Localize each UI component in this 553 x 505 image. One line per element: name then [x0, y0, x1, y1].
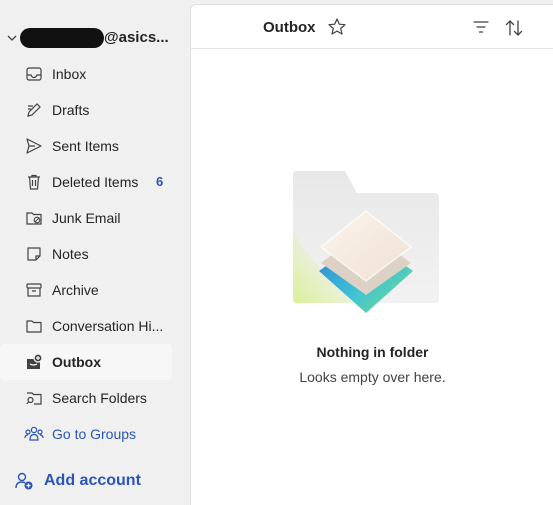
nav-item-drafts[interactable]: Drafts [0, 92, 172, 128]
drafts-icon [24, 100, 44, 120]
empty-state-subtitle: Looks empty over here. [299, 369, 446, 385]
search-folder-icon [24, 388, 44, 408]
empty-state-title: Nothing in folder [316, 344, 429, 360]
nav-label-notes: Notes [52, 246, 89, 262]
page-title: Outbox [263, 19, 316, 36]
nav-label-inbox: Inbox [52, 66, 87, 82]
nav-item-search-folders[interactable]: Search Folders [0, 380, 172, 416]
folder-list: Inbox Drafts Sent Items Deleted Items 6 [0, 56, 180, 452]
message-list-pane: Outbox Nothing in folder Looks empty ove… [190, 4, 553, 505]
nav-item-junk-email[interactable]: Junk Email [0, 200, 172, 236]
star-icon[interactable] [327, 17, 347, 37]
note-icon [24, 244, 44, 264]
nav-label-go-to-groups: Go to Groups [52, 426, 137, 442]
nav-label-conversation-history: Conversation Hi... [52, 318, 164, 334]
account-email[interactable]: @asics... [104, 28, 169, 48]
nav-item-conversation-history[interactable]: Conversation Hi... [0, 308, 172, 344]
add-account-button[interactable]: Add account [14, 468, 141, 494]
unread-count-badge: 6 [156, 174, 164, 189]
archive-icon [24, 280, 44, 300]
redacted-email-block [20, 28, 104, 48]
empty-folder-illustration [293, 171, 439, 313]
nav-label-outbox: Outbox [52, 354, 101, 370]
chevron-down-icon[interactable] [6, 32, 18, 44]
folder-icon [24, 316, 44, 336]
nav-item-go-to-groups[interactable]: Go to Groups [0, 416, 172, 452]
nav-item-inbox[interactable]: Inbox [0, 56, 172, 92]
outbox-icon [24, 352, 44, 372]
message-list-header: Outbox [191, 5, 553, 49]
nav-item-archive[interactable]: Archive [0, 272, 172, 308]
junk-folder-icon [24, 208, 44, 228]
nav-label-junk-email: Junk Email [52, 210, 121, 226]
add-person-icon [15, 472, 33, 490]
nav-item-outbox[interactable]: Outbox [0, 344, 172, 380]
send-icon [24, 136, 44, 156]
add-account-label: Add account [44, 472, 141, 489]
nav-label-deleted-items: Deleted Items [52, 174, 139, 190]
nav-label-archive: Archive [52, 282, 99, 298]
trash-icon [24, 172, 44, 192]
nav-item-sent-items[interactable]: Sent Items [0, 128, 172, 164]
nav-label-sent-items: Sent Items [52, 138, 119, 154]
inbox-icon [24, 64, 44, 84]
nav-item-deleted-items[interactable]: Deleted Items 6 [0, 164, 172, 200]
account-header[interactable]: @asics... [0, 24, 180, 52]
groups-icon [24, 424, 44, 444]
filter-icon[interactable] [471, 17, 491, 37]
nav-label-drafts: Drafts [52, 102, 90, 118]
folder-sidebar: @asics... Inbox Drafts Sent Items Delete… [0, 0, 180, 505]
nav-label-search-folders: Search Folders [52, 390, 147, 406]
nav-item-notes[interactable]: Notes [0, 236, 172, 272]
sort-icon[interactable] [503, 17, 525, 39]
